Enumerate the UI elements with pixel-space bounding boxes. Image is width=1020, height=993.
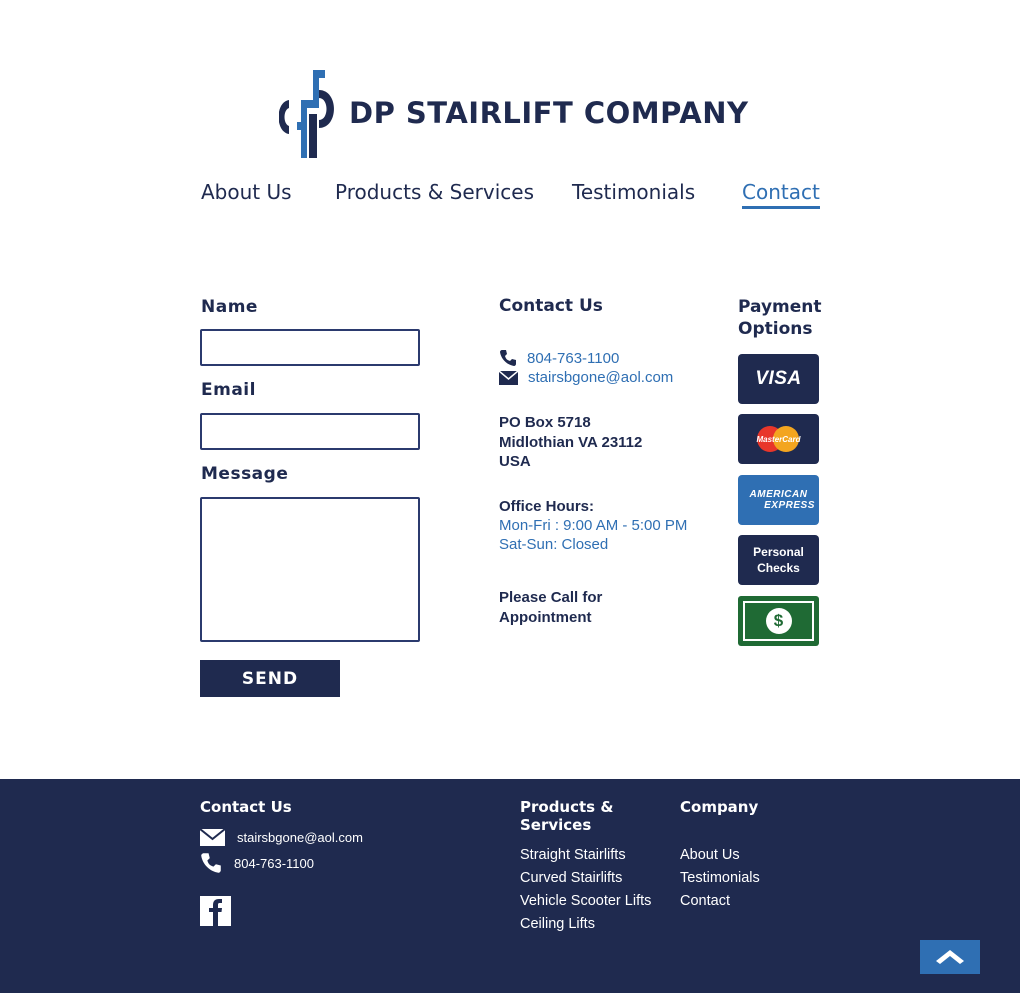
footer-link-contact[interactable]: Contact: [680, 893, 730, 909]
name-label: Name: [201, 297, 258, 317]
site-logo[interactable]: DP STAIRLIFT COMPANY: [279, 70, 748, 160]
name-input[interactable]: [200, 329, 420, 366]
visa-icon: VISA: [738, 354, 819, 404]
footer-company-title: Company: [680, 798, 759, 816]
address-line-3: USA: [499, 453, 531, 470]
address-line-2: Midlothian VA 23112: [499, 434, 643, 451]
payment-title-line-2: Options: [738, 319, 813, 339]
cash-label: $: [765, 608, 792, 634]
mail-icon: [499, 370, 518, 385]
send-button[interactable]: SEND: [200, 660, 340, 697]
footer-contact-title: Contact Us: [200, 798, 292, 816]
footer-link-vehicle-scooter-lifts[interactable]: Vehicle Scooter Lifts: [520, 893, 651, 909]
mastercard-label: MasterCard: [756, 434, 801, 444]
footer-link-about-us[interactable]: About Us: [680, 847, 740, 863]
footer-products-title-line-2: Services: [520, 816, 592, 834]
email-label: Email: [201, 380, 256, 400]
message-label: Message: [201, 464, 289, 484]
contact-phone[interactable]: 804-763-1100: [499, 349, 619, 367]
footer-products-title-line-1: Products &: [520, 798, 614, 816]
address-line-1: PO Box 5718: [499, 414, 591, 431]
footer-phone[interactable]: 804-763-1100: [200, 852, 314, 874]
appointment-note: Please Call for Appointment: [499, 588, 602, 627]
footer-email-text: stairsbgone@aol.com: [237, 830, 363, 845]
appointment-line-1: Please Call for: [499, 589, 603, 606]
message-textarea[interactable]: [200, 497, 420, 642]
amex-label-1: AMERICAN: [749, 489, 808, 500]
checks-icon: Personal Checks: [738, 535, 819, 585]
payment-title: Payment Options: [738, 296, 838, 340]
contact-info: Contact Us 804-763-1100 stairsbgone@aol.…: [499, 296, 719, 626]
amex-label-2: EXPRESS: [764, 500, 815, 511]
footer-phone-text: 804-763-1100: [234, 855, 314, 871]
chevron-up-icon: [936, 950, 964, 964]
contact-title: Contact Us: [499, 296, 603, 316]
footer-link-straight-stairlifts[interactable]: Straight Stairlifts: [520, 847, 626, 863]
back-to-top-button[interactable]: [920, 940, 980, 974]
checks-label-1: Personal: [753, 545, 804, 559]
nav-contact[interactable]: Contact: [742, 180, 820, 209]
logo-mark-icon: [279, 70, 334, 158]
checks-label-2: Checks: [757, 561, 800, 575]
contact-email[interactable]: stairsbgone@aol.com: [499, 369, 673, 386]
footer-mail-icon: [200, 829, 225, 846]
amex-icon: AMERICAN EXPRESS: [738, 475, 819, 525]
facebook-icon[interactable]: [200, 896, 231, 926]
hours-weekend: Sat-Sun: Closed: [499, 536, 609, 553]
visa-label: VISA: [755, 368, 802, 389]
nav-about-us[interactable]: About Us: [201, 180, 292, 204]
footer-email[interactable]: stairsbgone@aol.com: [200, 829, 363, 846]
payment-title-line-1: Payment: [738, 297, 822, 317]
footer-link-testimonials[interactable]: Testimonials: [680, 870, 760, 886]
email-input[interactable]: [200, 413, 420, 450]
phone-icon: [500, 350, 516, 366]
nav-testimonials[interactable]: Testimonials: [572, 180, 695, 204]
cash-icon: $: [738, 596, 819, 646]
mastercard-icon: MasterCard: [738, 414, 819, 464]
site-footer: Contact Us stairsbgone@aol.com 804-763-1…: [0, 779, 1020, 993]
contact-phone-text: 804-763-1100: [527, 349, 620, 367]
contact-email-text: stairsbgone@aol.com: [528, 369, 674, 386]
footer-phone-icon: [201, 853, 221, 873]
footer-products-title: Products & Services: [520, 798, 613, 834]
hours-weekdays: Mon-Fri : 9:00 AM - 5:00 PM: [499, 517, 688, 534]
appointment-line-2: Appointment: [499, 608, 592, 626]
logo-text: DP STAIRLIFT COMPANY: [349, 96, 749, 130]
facebook-glyph: [209, 899, 222, 926]
nav-products-services[interactable]: Products & Services: [335, 180, 534, 204]
main-nav: About Us Products & Services Testimonial…: [200, 180, 822, 216]
office-hours-title: Office Hours:: [499, 498, 595, 515]
footer-link-ceiling-lifts[interactable]: Ceiling Lifts: [520, 916, 595, 932]
footer-link-curved-stairlifts[interactable]: Curved Stairlifts: [520, 870, 622, 886]
